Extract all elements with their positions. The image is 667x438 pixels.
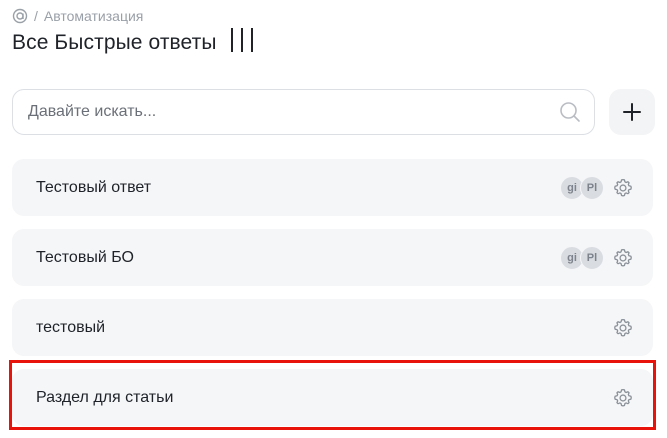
quick-replies-list: Тестовый ответ gi Pl Тестовый БО gi Pl т… [12, 159, 653, 438]
title-row: Все Быстрые ответы [12, 26, 253, 60]
plus-icon [623, 103, 641, 121]
workspace-icon[interactable] [12, 8, 28, 24]
gear-icon[interactable] [612, 317, 634, 339]
breadcrumb: / Автоматизация [12, 7, 143, 25]
list-item[interactable]: Тестовый БО gi Pl [12, 229, 653, 286]
list-item-label: Раздел для статьи [36, 388, 174, 406]
breadcrumb-separator: / [34, 8, 38, 24]
page-title: Все Быстрые ответы [12, 31, 217, 54]
avatar-group: gi Pl [560, 175, 604, 200]
list-item-label: Тестовый ответ [36, 178, 152, 196]
add-quick-reply-button[interactable] [609, 89, 655, 135]
quick-replies-page: / Автоматизация Все Быстрые ответы Тесто… [0, 0, 667, 438]
search-input[interactable] [13, 89, 558, 135]
list-item[interactable]: Раздел для статьи [12, 369, 653, 426]
search-icon[interactable] [558, 100, 582, 124]
breadcrumb-section-link[interactable]: Автоматизация [44, 8, 143, 24]
avatar: Pl [580, 175, 604, 200]
list-item[interactable]: тестовый [12, 299, 653, 356]
columns-icon[interactable] [230, 28, 253, 52]
list-item-label: тестовый [36, 318, 106, 336]
avatar: Pl [580, 245, 604, 270]
search-box [12, 89, 595, 135]
list-item-label: Тестовый БО [36, 248, 134, 266]
gear-icon[interactable] [612, 387, 634, 409]
avatar-group: gi Pl [560, 245, 604, 270]
gear-icon[interactable] [612, 177, 634, 199]
list-item[interactable]: Тестовый ответ gi Pl [12, 159, 653, 216]
gear-icon[interactable] [612, 247, 634, 269]
